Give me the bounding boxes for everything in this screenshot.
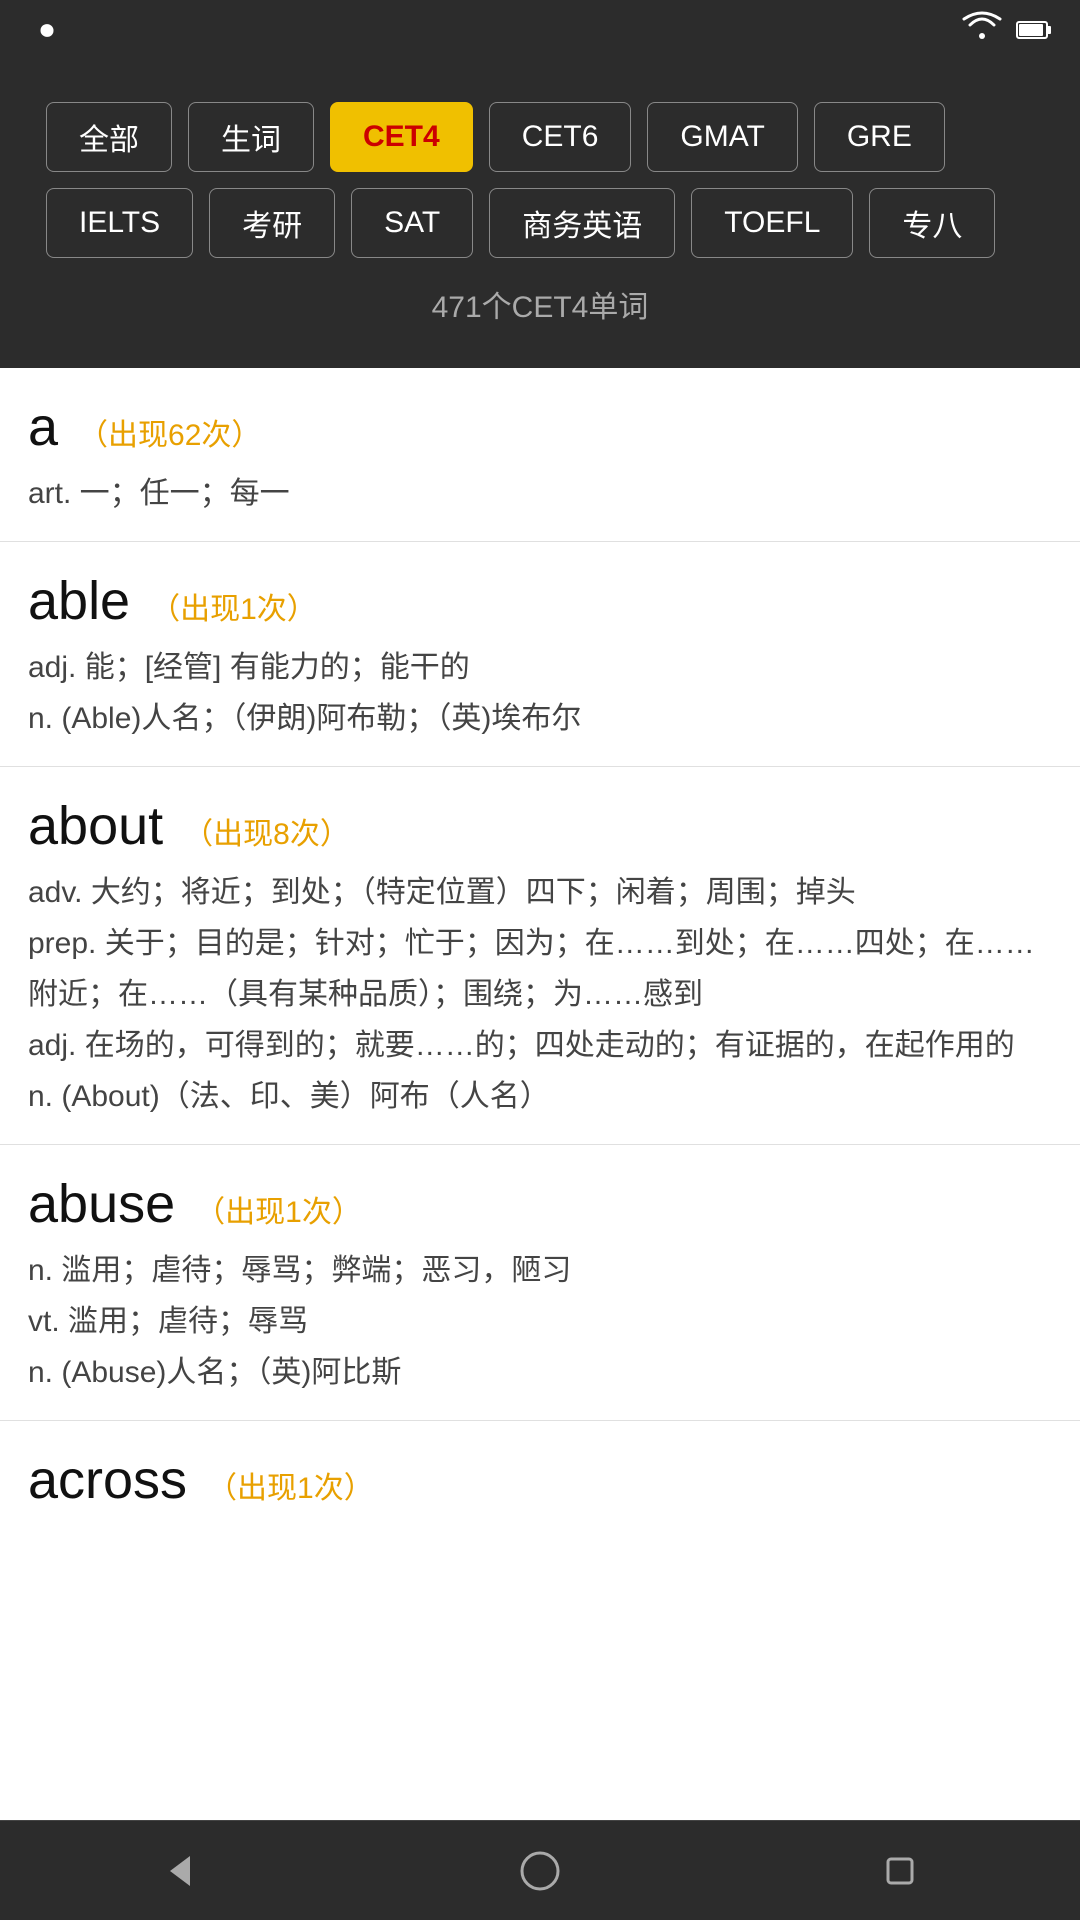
word-definition: n. (Able)人名；（伊朗)阿布勒；（英)埃布尔 [28, 693, 1052, 744]
filter-btn-toefl[interactable]: TOEFL [691, 188, 853, 258]
word-entry[interactable]: able （出现1次） adj. 能；[经管] 有能力的；能干的n. (Able)人… [0, 542, 1080, 767]
word-definition: n. (Abuse)人名；（英)阿比斯 [28, 1347, 1052, 1398]
word-text: a [28, 396, 58, 458]
nav-back-button[interactable] [120, 1831, 240, 1911]
word-definition: adj. 在场的，可得到的；就要……的；四处走动的；有证据的，在起作用的 [28, 1020, 1052, 1071]
word-header: able （出现1次） [28, 570, 1052, 632]
filter-btn-gmat[interactable]: GMAT [647, 102, 797, 172]
word-text: across [28, 1449, 187, 1511]
filter-btn-gre[interactable]: GRE [814, 102, 945, 172]
header: 全部生词CET4CET6GMATGRE IELTS考研SAT商务英语TOEFL专… [0, 60, 1080, 368]
word-header: about （出现8次） [28, 795, 1052, 857]
word-freq: （出现1次） [150, 584, 317, 628]
word-header: a （出现62次） [28, 396, 1052, 458]
word-entry[interactable]: a （出现62次） art. 一；任一；每一 [0, 368, 1080, 542]
word-definition: prep. 关于；目的是；针对；忙于；因为；在……到处；在……四处；在……附近；… [28, 918, 1052, 1020]
word-definition: adj. 能；[经管] 有能力的；能干的 [28, 642, 1052, 693]
status-left: ⏺ [28, 14, 66, 47]
filter-row-2: IELTS考研SAT商务英语TOEFL专八 [28, 188, 1052, 258]
filter-btn-new[interactable]: 生词 [188, 102, 314, 172]
word-text: about [28, 795, 163, 857]
filter-btn-all[interactable]: 全部 [46, 102, 172, 172]
word-text: abuse [28, 1173, 175, 1235]
word-freq: （出现1次） [207, 1463, 374, 1507]
word-definition: n. 滥用；虐待；辱骂；弊端；恶习，陋习 [28, 1245, 1052, 1296]
word-definition: art. 一；任一；每一 [28, 468, 1052, 519]
word-header: abuse （出现1次） [28, 1173, 1052, 1235]
word-header: across （出现1次） [28, 1449, 1052, 1511]
status-bar: ⏺ [0, 0, 1080, 60]
filter-btn-business[interactable]: 商务英语 [489, 188, 675, 258]
bottom-nav [0, 1820, 1080, 1920]
word-definition: adv. 大约；将近；到处；（特定位置）四下；闲着；周围；掉头 [28, 867, 1052, 918]
battery-icon [1016, 12, 1052, 49]
word-entry[interactable]: abuse （出现1次） n. 滥用；虐待；辱骂；弊端；恶习，陋习vt. 滥用；虐待… [0, 1145, 1080, 1421]
word-definition: n. (About)（法、印、美）阿布（人名） [28, 1071, 1052, 1122]
filter-btn-sat[interactable]: SAT [351, 188, 473, 258]
word-list: a （出现62次） art. 一；任一；每一 able （出现1次） adj. 能；[经管… [0, 368, 1080, 1631]
wifi-icon [962, 11, 1002, 49]
word-text: able [28, 570, 130, 632]
word-freq: （出现62次） [78, 410, 261, 454]
filter-row-1: 全部生词CET4CET6GMATGRE [28, 102, 1052, 172]
nav-recent-button[interactable] [840, 1831, 960, 1911]
filter-btn-cet4[interactable]: CET4 [330, 102, 473, 172]
filter-btn-ielts[interactable]: IELTS [46, 188, 193, 258]
filter-btn-ba8[interactable]: 专八 [869, 188, 995, 258]
word-count: 471个CET4单词 [28, 274, 1052, 344]
word-entry[interactable]: about （出现8次） adv. 大约；将近；到处；（特定位置）四下；闲着；周围；… [0, 767, 1080, 1145]
word-entry[interactable]: across （出现1次） [0, 1421, 1080, 1511]
word-freq: （出现1次） [195, 1187, 362, 1231]
app-icon: ⏺ [40, 14, 54, 47]
word-definition: vt. 滥用；虐待；辱骂 [28, 1296, 1052, 1347]
word-freq: （出现8次） [183, 809, 350, 853]
nav-home-button[interactable] [480, 1831, 600, 1911]
filter-btn-kaoyan[interactable]: 考研 [209, 188, 335, 258]
filter-btn-cet6[interactable]: CET6 [489, 102, 632, 172]
status-right [962, 11, 1052, 49]
